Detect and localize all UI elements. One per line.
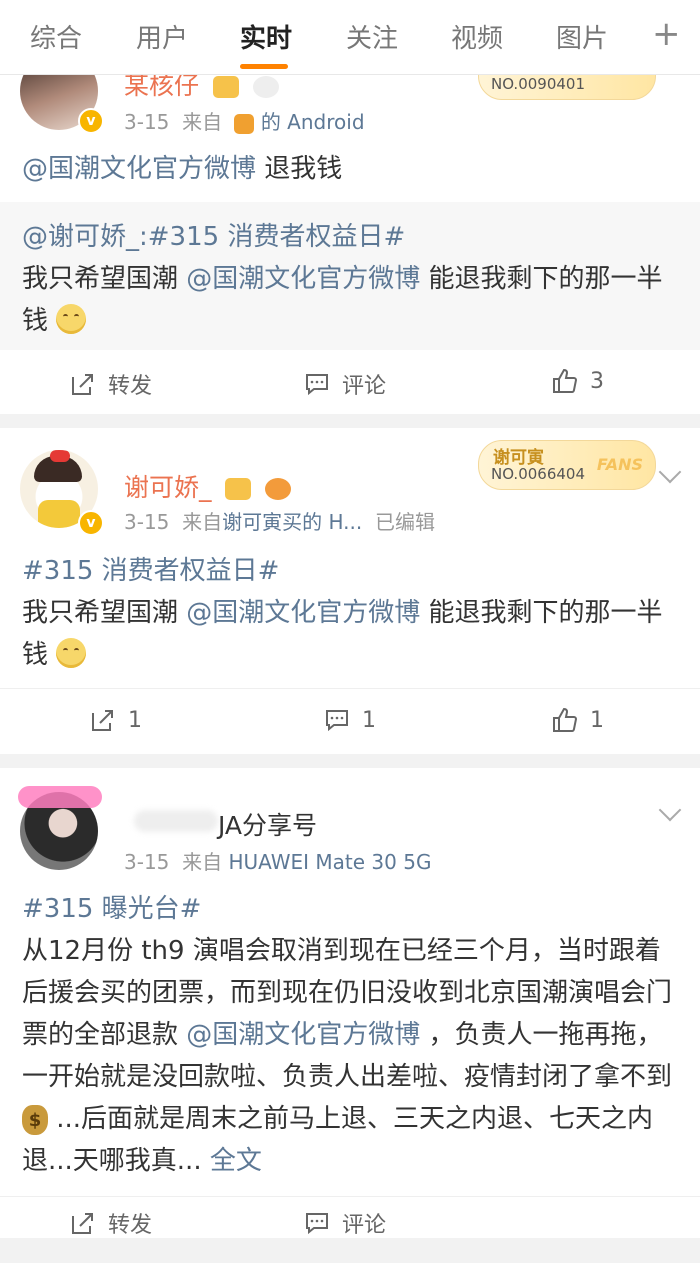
post-card-3: JA分享号 3-15 来自 HUAWEI Mate 30 5G #315 曝光台… [0, 768, 700, 1238]
thumbs-up-icon [553, 368, 578, 393]
comment-label: 评论 [342, 374, 387, 399]
tab-comprehensive[interactable]: 综合 [30, 18, 82, 55]
post-from-label: 来自 [182, 850, 223, 874]
post-card-1: v 某核仔 NO.0090401 3-15 来自 的 Android @国潮文化… [0, 40, 700, 414]
panda-badge-icon [252, 76, 279, 98]
top-tab-bar: 综合 用户 实时 关注 视频 图片 + [0, 0, 700, 74]
forward-button[interactable]: 转发 [70, 368, 152, 400]
comment-button[interactable]: 评论 [304, 1207, 386, 1239]
action-bar: 转发 评论 3 [0, 350, 700, 416]
comment-icon [326, 710, 348, 732]
action-bar: 转发 评论 [0, 1196, 700, 1263]
edited-label: 已编辑 [374, 510, 435, 534]
post-body: #315 曝光台# 从12月份 th9 演唱会取消到现在已经三个月，当时跟着后援… [22, 888, 678, 1182]
post-date: 3-15 [124, 850, 170, 874]
tab-pictures[interactable]: 图片 [556, 18, 608, 55]
money-bag-icon: $ [22, 1104, 48, 1135]
fish-badge-icon [265, 478, 292, 500]
post-from-label: 来自 [182, 510, 223, 534]
post-meta: 3-15 来自 的 Android [124, 106, 365, 135]
comment-button[interactable]: 1 [324, 707, 376, 733]
mention-link[interactable]: @国潮文化官方微博 [186, 264, 420, 294]
smile-emoji-icon [56, 303, 87, 334]
fans-number: NO.0090401 [491, 75, 585, 93]
post-text: 退我钱 [256, 154, 343, 184]
quoted-post-body: @谢可娇_:#315 消费者权益日# 我只希望国潮 @国潮文化官方微博 能退我剩… [22, 216, 678, 342]
username[interactable]: JA分享号 [218, 806, 317, 842]
topic-link[interactable]: #315 消费者权益日# [22, 556, 279, 586]
post-source[interactable]: 谢可寅买的 H... [222, 510, 362, 534]
comment-label: 评论 [342, 1213, 387, 1238]
post-text: 我只希望国潮 [22, 598, 187, 628]
post-date: 3-15 [124, 510, 170, 534]
forward-label: 转发 [108, 374, 153, 399]
avatar-frame-sticker [18, 786, 102, 808]
comment-icon [306, 374, 328, 396]
smile-emoji-icon [56, 637, 87, 668]
comment-icon [306, 1213, 328, 1235]
tiger-icon [234, 113, 255, 134]
forward-icon [72, 374, 93, 395]
full-text-link[interactable]: 全文 [210, 1146, 262, 1176]
post-date: 3-15 [124, 110, 170, 134]
tab-video[interactable]: 视频 [451, 18, 503, 55]
forward-button[interactable]: 转发 [70, 1207, 152, 1239]
fans-tag: FANS [596, 455, 643, 474]
fans-badge[interactable]: 谢可寅 NO.0066404 FANS [478, 440, 656, 490]
quoted-text: 我只希望国潮 [22, 264, 187, 294]
post-text: ...后面就是周末之前马上退、三天之内退、七天之内退...天哪我真... [22, 1104, 654, 1176]
tab-users[interactable]: 用户 [136, 18, 188, 55]
post-source[interactable]: 的 Android [261, 110, 365, 134]
comment-button[interactable]: 评论 [304, 368, 386, 400]
quoted-post[interactable]: @谢可娇_:#315 消费者权益日# 我只希望国潮 @国潮文化官方微博 能退我剩… [0, 202, 700, 350]
username[interactable]: 谢可娇_ [124, 468, 292, 504]
comment-count: 1 [362, 707, 376, 733]
post-body: @国潮文化官方微博 退我钱 [22, 148, 678, 190]
post-source[interactable]: HUAWEI Mate 30 5G [228, 850, 431, 874]
add-tab-icon[interactable]: + [652, 14, 681, 54]
forward-label: 转发 [108, 1213, 153, 1238]
fans-number: NO.0066404 [491, 465, 585, 483]
tab-following[interactable]: 关注 [346, 18, 398, 55]
topic-link[interactable]: #315 曝光台# [22, 894, 201, 924]
like-button[interactable]: 3 [552, 368, 604, 394]
mention-link[interactable]: @国潮文化官方微博 [186, 598, 420, 628]
tab-realtime[interactable]: 实时 [240, 18, 292, 55]
like-count: 1 [590, 707, 604, 733]
forward-icon [72, 1213, 93, 1234]
active-tab-indicator [240, 64, 288, 69]
thumbs-up-icon [553, 707, 578, 732]
topic-link[interactable]: #315 消费者权益日# [148, 222, 405, 252]
username-text: 谢可娇_ [124, 473, 212, 502]
post-card-2: v 谢可娇_ 谢可寅 NO.0066404 FANS 3-15 来自谢可寅买的 … [0, 428, 700, 754]
crown-badge-icon [225, 478, 252, 500]
crown-badge-icon [212, 76, 239, 98]
mention-link[interactable]: @国潮文化官方微博 [186, 1020, 420, 1050]
post-meta: 3-15 来自谢可寅买的 H... 已编辑 [124, 506, 435, 535]
username-text: 某核仔 [124, 71, 200, 100]
verified-badge-icon: v [78, 510, 104, 536]
like-button[interactable]: 1 [552, 707, 604, 733]
chevron-down-icon[interactable] [658, 460, 682, 484]
post-meta: 3-15 来自 HUAWEI Mate 30 5G [124, 846, 431, 875]
mention-link[interactable]: @国潮文化官方微博 [22, 154, 256, 184]
post-from-label: 来自 [182, 110, 223, 134]
forward-count: 1 [128, 707, 142, 733]
redacted-name-area [134, 810, 218, 832]
quoted-user-link[interactable]: @谢可娇_: [22, 222, 148, 252]
forward-button[interactable]: 1 [90, 707, 142, 733]
verified-badge-icon: v [78, 108, 104, 134]
forward-icon [92, 710, 113, 731]
post-body: #315 消费者权益日# 我只希望国潮 @国潮文化官方微博 能退我剩下的那一半钱 [22, 550, 678, 676]
like-count: 3 [590, 368, 604, 394]
chevron-down-icon[interactable] [658, 798, 682, 822]
username-text: JA分享号 [218, 811, 318, 840]
action-bar: 1 1 1 [0, 688, 700, 755]
